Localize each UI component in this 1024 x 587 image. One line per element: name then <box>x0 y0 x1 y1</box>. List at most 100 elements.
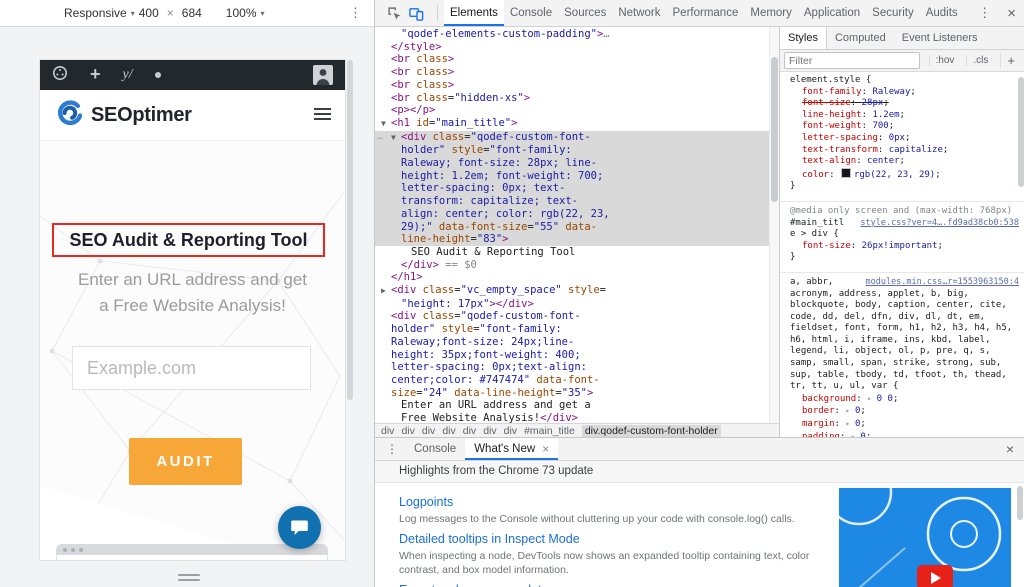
hamburger-menu-icon[interactable] <box>314 108 331 123</box>
video-thumbnail[interactable] <box>839 488 1011 587</box>
code-line[interactable]: fieldset, font, form, h1, h2, h3, h4, h5… <box>784 323 1021 335</box>
element-classes-button[interactable]: .cls <box>966 55 994 66</box>
code-line[interactable]: blockquote, body, caption, center, cite, <box>784 300 1021 312</box>
drawer-menu-icon[interactable]: ⋮ <box>379 442 405 456</box>
code-line[interactable]: 29);" data-font-size="55" data- <box>375 221 779 234</box>
code-line[interactable]: </div> == $0 <box>375 259 779 272</box>
chat-widget-button[interactable] <box>278 506 321 549</box>
breadcrumb-item[interactable]: div <box>463 425 476 437</box>
device-toolbar-menu-icon[interactable]: ⋮ <box>349 5 362 21</box>
yoast-seo-icon[interactable]: y/ <box>123 67 133 83</box>
code-line[interactable]: "qodef-elements-custom-padding">… <box>375 28 779 41</box>
code-line[interactable]: @media only screen and (max-width: 768px… <box>784 206 1021 218</box>
site-menu-icon[interactable] <box>52 65 68 86</box>
code-line[interactable]: code, dd, del, dfn, div, dl, dt, em, <box>784 312 1021 324</box>
elements-scrollbar-thumb[interactable] <box>771 57 778 202</box>
url-input[interactable] <box>72 346 311 390</box>
code-line[interactable]: holder" style="font-family: <box>375 323 779 336</box>
new-style-rule-button[interactable]: + <box>1000 53 1021 68</box>
devtools-menu-icon[interactable]: ⋮ <box>970 5 999 21</box>
stylesheet-link[interactable]: style.css?ver=4….fd9ad38cb0:538 <box>860 218 1019 230</box>
toggle-pseudo-state-button[interactable]: :hov <box>929 55 961 66</box>
code-line[interactable]: element.style { <box>784 75 1021 87</box>
emulation-vertical-scrollbar[interactable] <box>347 60 353 400</box>
toggle-device-toolbar-icon[interactable] <box>409 6 424 21</box>
styles-scrollbar-thumb[interactable] <box>1018 77 1024 187</box>
overflow-ellipsis-icon[interactable]: … <box>377 131 382 144</box>
code-line[interactable]: letter-spacing: 0px;text-align: <box>375 361 779 374</box>
new-content-icon[interactable]: + <box>90 65 101 83</box>
tab-performance[interactable]: Performance <box>667 0 745 26</box>
breadcrumb-item[interactable]: div <box>422 425 435 437</box>
devtools-close-icon[interactable]: × <box>999 5 1024 22</box>
expand-arrow-icon[interactable]: ▼ <box>381 118 391 131</box>
tab-application[interactable]: Application <box>798 0 866 26</box>
code-line[interactable]: font-size: 26px!important; <box>784 241 1021 253</box>
site-logo-text[interactable]: SEOptimer <box>91 104 192 127</box>
avatar[interactable] <box>313 65 333 85</box>
breadcrumb-item[interactable]: #main_title <box>524 425 575 437</box>
breadcrumb-item[interactable]: div.qodef-custom-font-holder <box>582 425 721 437</box>
tab-network[interactable]: Network <box>612 0 666 26</box>
code-line[interactable]: margin: ▸ 0; <box>784 418 1021 431</box>
viewport-width-input[interactable]: 400 <box>139 6 159 20</box>
audit-button[interactable]: AUDIT <box>129 438 242 485</box>
styles-filter-input[interactable] <box>784 52 920 69</box>
elements-scrollbar[interactable] <box>769 27 779 423</box>
code-line[interactable]: align: center; color: rgb(22, 23, <box>375 208 779 221</box>
drawer-scrollbar-thumb[interactable] <box>1017 486 1023 520</box>
breadcrumb-item[interactable]: div <box>401 425 414 437</box>
viewport-height-input[interactable]: 684 <box>182 6 202 20</box>
code-line[interactable]: </h1> <box>375 271 779 284</box>
youtube-play-icon[interactable] <box>917 565 953 587</box>
code-line[interactable]: ▼<h1 id="main_title"> <box>375 117 779 131</box>
code-line[interactable]: } <box>784 252 1021 264</box>
code-line[interactable]: border: ▸ 0; <box>784 405 1021 418</box>
tab-audits[interactable]: Audits <box>920 0 964 26</box>
expand-arrow-icon[interactable]: ▼ <box>391 132 401 145</box>
breadcrumb-item[interactable]: div <box>483 425 496 437</box>
color-swatch[interactable] <box>841 168 851 178</box>
code-line[interactable]: } <box>784 181 1021 193</box>
tab-security[interactable]: Security <box>866 0 920 26</box>
stylesheet-link[interactable]: modules.min.css…r=1553963150:4 <box>865 277 1019 289</box>
sidebar-tab-styles[interactable]: Styles <box>780 27 827 49</box>
device-type-select[interactable]: Responsive ▾ <box>64 6 135 20</box>
code-line[interactable]: Raleway; font-size: 28px; line- <box>375 157 779 170</box>
code-line[interactable]: ▶<div class="vc_empty_space" style= <box>375 284 779 298</box>
sidebar-tab-computed[interactable]: Computed <box>827 27 894 49</box>
tab-console[interactable]: Console <box>504 0 558 26</box>
sidebar-tab-event-listeners[interactable]: Event Listeners <box>894 27 986 49</box>
code-line[interactable]: <br class> <box>375 53 779 66</box>
drawer-close-icon[interactable]: × <box>995 441 1024 457</box>
code-line[interactable]: line-height="83"> <box>375 233 779 246</box>
code-line[interactable]: tr, tt, u, ul, var { <box>784 381 1021 393</box>
code-line[interactable]: SEO Audit & Reporting Tool <box>375 246 779 259</box>
code-line[interactable]: Raleway;font-size: 24px;line- <box>375 336 779 349</box>
code-line[interactable]: text-transform: capitalize; <box>784 145 1021 157</box>
code-line[interactable]: <br class="hidden-xs"> <box>375 92 779 105</box>
code-line[interactable]: color: rgb(22, 23, 29); <box>784 168 1021 182</box>
breadcrumb-item[interactable]: div <box>504 425 517 437</box>
code-line[interactable]: samp, small, span, strike, strong, sub, <box>784 358 1021 370</box>
code-line[interactable]: <p></p> <box>375 104 779 117</box>
code-line[interactable]: Free Website Analysis!</div> <box>375 412 779 423</box>
viewport-resize-handle[interactable] <box>178 574 200 584</box>
code-line[interactable]: line-height: 1.2em; <box>784 110 1021 122</box>
zoom-select[interactable]: 100% ▾ <box>226 6 265 20</box>
code-line[interactable]: <br class> <box>375 66 779 79</box>
code-line[interactable]: e > div { <box>784 229 1021 241</box>
code-line[interactable]: style.css?ver=4….fd9ad38cb0:538#main_tit… <box>784 218 1021 230</box>
code-line[interactable]: …▼<div class="qodef-custom-font- <box>375 131 779 145</box>
code-line[interactable]: transform: capitalize; text- <box>375 195 779 208</box>
code-line[interactable]: acronym, address, applet, b, big, <box>784 289 1021 301</box>
tab-memory[interactable]: Memory <box>744 0 798 26</box>
tab-sources[interactable]: Sources <box>558 0 612 26</box>
code-line[interactable]: size="24" data-line-height="35"> <box>375 387 779 400</box>
code-line[interactable]: text-align: center; <box>784 156 1021 168</box>
tab-elements[interactable]: Elements <box>444 0 504 26</box>
code-line[interactable]: <br class> <box>375 79 779 92</box>
inspect-element-icon[interactable] <box>387 6 402 21</box>
code-line[interactable]: "height: 17px"></div> <box>375 298 779 311</box>
code-line[interactable]: background: ▸ 0 0; <box>784 393 1021 406</box>
